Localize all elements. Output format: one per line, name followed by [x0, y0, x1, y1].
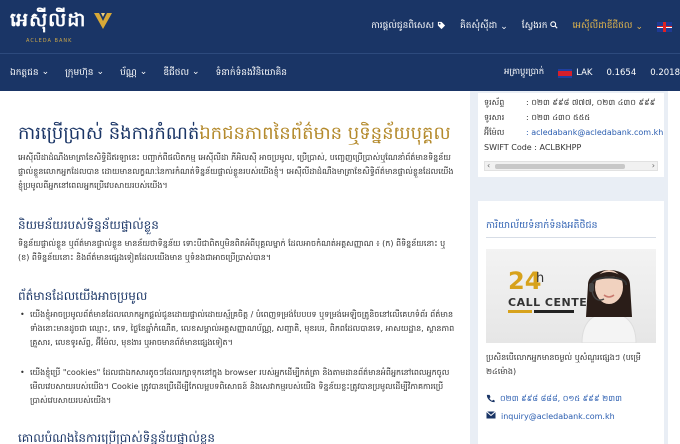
nav-label: គិតសុំស៊ីដា	[460, 21, 498, 31]
title-part-1: ការប្រើប្រាស់ និងការកំណត់	[18, 123, 200, 144]
subnav-digital[interactable]: ឌីជីថល ⌄	[163, 67, 199, 80]
fax-row: ទូរសារ : ០២៣ ៤៣០ ៥៥៥	[484, 112, 590, 124]
scrollbar-thumb[interactable]	[495, 164, 625, 169]
tag-icon	[437, 21, 446, 33]
envelope-icon	[486, 411, 496, 421]
divider	[486, 237, 656, 238]
photo-accent-bar	[508, 310, 532, 313]
subnav-personal[interactable]: ឯកត្តជន ⌄	[10, 67, 49, 80]
top-nav: ការផ្តល់ជូនពិសេស គិតសុំស៊ីដា ⌄ ស្វែងរក អ…	[371, 20, 672, 33]
logo-text: អេស៊ីលីដា	[10, 9, 87, 31]
phone-row: ទូរស័ព្ទ : ០២៣ ៩៩៨ ៧៧៧, ០២៣ ៤៣០ ៩៩៩	[484, 97, 655, 109]
definition-paragraph: ទិន្នន័យផ្ទាល់ខ្លួន ឬព័ត៌មានផ្ទាល់ខ្លួន …	[18, 239, 446, 262]
phone-value: : ០២៣ ៩៩៨ ៧៧៧, ០២៣ ៤៣០ ៩៩៩	[526, 98, 656, 107]
sub-nav-bar: ឯកត្តជន ⌄ ក្រុមហ៊ុន ⌄ ប័ណ្ណ ⌄ ឌីជីថល ⌄ ទំនាក…	[0, 53, 680, 91]
scroll-right-icon[interactable]: ›	[652, 161, 655, 170]
rate-label[interactable]: អត្រាប្តូរប្រាក់	[504, 67, 544, 79]
heading-definition: និយមន័យរបស់ទិន្នន័យផ្ទាល់ខ្លួន	[18, 218, 159, 232]
nav-label: អេស៊ីលីដាឌីជីថល	[572, 21, 633, 31]
main-content: ការប្រើប្រាស់ និងការកំណត់ឯកជនភាពនៃព័ត៌មា…	[12, 91, 460, 444]
subnav-label: ក្រុមហ៊ុន	[65, 68, 94, 78]
chevron-down-icon: ⌄	[500, 21, 508, 32]
card-phone-number: ០២៣ ៩៩៨ ៨៨៨, ០១៥ ៩៩៩ ២៣៣	[500, 394, 622, 403]
list-item: យើងខ្ញុំអាចប្រមូលព័ត៌មានដែលលោកអ្នកផ្តល់ជ…	[20, 308, 456, 350]
card-email-link: inquiry@acledabank.com.kh	[501, 411, 615, 421]
call-center-image: 24 h CALL CENTER	[486, 249, 656, 343]
currency-code: LAK	[576, 68, 593, 78]
subnav-label: ប័ណ្ណ	[120, 68, 137, 78]
laos-flag-icon	[558, 68, 573, 78]
logo[interactable]: អេស៊ីលីដា ACLEDA BANK	[10, 8, 114, 44]
fax-label: ទូរសារ	[484, 113, 505, 122]
card-title: ការិយាល័យទំនាក់ទំនងអតិថិជន	[486, 220, 598, 231]
nav-search[interactable]: ស្វែងរក	[522, 20, 559, 33]
logo-mark-icon	[92, 10, 114, 36]
logo-subtitle: ACLEDA BANK	[26, 38, 73, 44]
chevron-down-icon: ⌄	[139, 67, 148, 77]
chevron-down-icon: ⌄	[192, 67, 200, 77]
nav-about[interactable]: គិតសុំស៊ីដា ⌄	[460, 20, 508, 33]
chevron-down-icon: ⌄	[41, 67, 50, 77]
scroll-left-icon[interactable]: ‹	[487, 161, 490, 170]
page-title: ការប្រើប្រាស់ និងការកំណត់ឯកជនភាពនៃព័ត៌មា…	[18, 121, 451, 148]
nav-digital[interactable]: អេស៊ីលីដាឌីជីថល ⌄	[572, 20, 643, 33]
phone-icon	[486, 394, 495, 405]
sub-nav: ឯកត្តជន ⌄ ក្រុមហ៊ុន ⌄ ប័ណ្ណ ⌄ ឌីជីថល ⌄ ទំនាក…	[10, 67, 287, 80]
subnav-cards[interactable]: ប័ណ្ណ ⌄	[120, 67, 147, 80]
customer-service-card: ការិយាល័យទំនាក់ទំនងអតិថិជន 24 h CALL CEN…	[478, 201, 664, 444]
search-icon	[550, 21, 559, 32]
swift-code: SWIFT Code : ACLBKHPP	[484, 143, 582, 152]
rate-sell: 0.2018	[650, 68, 680, 78]
email-row: អ៊ីម៉ែល : acledabank@acledabank.com.kh	[484, 127, 663, 139]
contact-info-box: ទូរស័ព្ទ : ០២៣ ៩៩៨ ៧៧៧, ០២៣ ៤៣០ ៩៩៩ ទូរសា…	[478, 93, 664, 177]
title-part-2: ឯកជនភាពនៃព័ត៌មាន ឬទិន្នន័យបុគ្គល	[199, 123, 451, 144]
uk-flag-icon[interactable]	[657, 21, 672, 32]
intro-paragraph: អេស៊ីលីដាដំណឹងមាត្រាខែសិទ្ធិដីឥរឡានេះ បញ…	[18, 153, 454, 190]
card-email[interactable]: inquiry@acledabank.com.kh	[486, 411, 615, 421]
email-label: អ៊ីម៉ែល	[484, 128, 505, 137]
rate-currency: LAK	[558, 68, 593, 78]
subnav-label: ឯកត្តជន	[10, 68, 39, 78]
card-phone[interactable]: ០២៣ ៩៩៨ ៨៨៨, ០១៥ ៩៩៩ ២៣៣	[486, 393, 622, 405]
subnav-label: ឌីជីថល	[163, 68, 190, 78]
subnav-business[interactable]: ក្រុមហ៊ុន ⌄	[65, 67, 104, 80]
phone-label: ទូរស័ព្ទ	[484, 98, 505, 107]
top-header: អេស៊ីលីដា ACLEDA BANK ការផ្តល់ជូនពិសេស គ…	[0, 0, 680, 53]
email-link[interactable]: : acledabank@acledabank.com.kh	[526, 128, 663, 137]
exchange-rates: អត្រាប្តូរប្រាក់ LAK 0.1654 0.2018	[504, 67, 680, 79]
fax-value: : ០២៣ ៤៣០ ៥៥៥	[526, 113, 591, 122]
nav-special-offers[interactable]: ការផ្តល់ជូនពិសេស	[371, 20, 446, 33]
chevron-down-icon: ⌄	[96, 67, 105, 77]
rate-buy: 0.1654	[606, 68, 637, 78]
nav-label: ស្វែងរក	[521, 21, 548, 31]
heading-purpose: គោលបំណងនៃការប្រើប្រាស់ទិន្នន័យផ្ទាល់ខ្លួ…	[18, 431, 215, 444]
card-description: ប្រសិនបើលោកអ្នកមានចម្ងល់ ឬសំណួរផ្សេងៗ (ប…	[486, 353, 641, 376]
agent-person-icon	[574, 255, 644, 343]
subnav-label: ទំនាក់ទំនងវិនិយោគិន	[215, 68, 287, 78]
list-item: យើងខ្ញុំប្រើ "cookies" ដែលជាឯកសារតូចៗដែល…	[20, 366, 456, 408]
photo-h: h	[536, 271, 545, 286]
horizontal-scrollbar[interactable]: ‹ ›	[484, 161, 658, 171]
heading-collected-info: ព័ត៌មានដែលយើងអាចប្រមូល	[18, 289, 148, 303]
sidebar: ទូរស័ព្ទ : ០២៣ ៩៩៨ ៧៧៧, ០២៣ ៤៣០ ៩៩៩ ទូរសា…	[470, 91, 668, 444]
subnav-investor-relations[interactable]: ទំនាក់ទំនងវិនិយោគិន	[216, 67, 287, 80]
chevron-down-icon: ⌄	[635, 21, 643, 32]
photo-dark-bar	[534, 310, 574, 313]
nav-label: ការផ្តល់ជូនពិសេស	[371, 21, 435, 31]
